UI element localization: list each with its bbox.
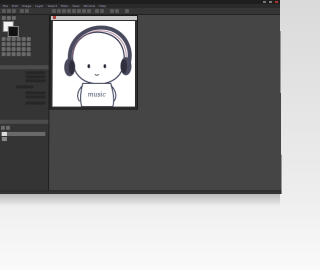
- tool-picker-icon[interactable]: [16, 52, 21, 57]
- tool-gradient-icon[interactable]: [21, 37, 26, 42]
- toolbar-rotate-icon[interactable]: [114, 8, 119, 14]
- toolbar-move-icon[interactable]: [51, 8, 56, 14]
- properties-header[interactable]: [0, 65, 49, 70]
- tool-curve-icon[interactable]: [1, 52, 6, 57]
- layers-header[interactable]: [0, 119, 49, 124]
- tool-zoom-icon[interactable]: [21, 42, 26, 47]
- tool-shape-icon[interactable]: [6, 42, 11, 47]
- layer-tools: [0, 125, 11, 130]
- tool-lasso-icon[interactable]: [11, 16, 16, 21]
- tool-move-icon[interactable]: [21, 52, 26, 57]
- tool-row-4: [1, 52, 31, 57]
- tool-measure-icon[interactable]: [11, 52, 16, 57]
- minimize-icon[interactable]: [263, 0, 267, 3]
- tool-line-icon[interactable]: [11, 42, 16, 47]
- tool-blur-icon[interactable]: [11, 47, 16, 52]
- property-value[interactable]: [25, 101, 46, 105]
- options-toolbar: [0, 7, 281, 16]
- right-ear-cup-inner: [120, 58, 127, 73]
- layer-blend-icon[interactable]: [0, 125, 6, 130]
- tool-eraser-icon[interactable]: [11, 37, 16, 42]
- app-body: File Edit Image Layer Select Filter View…: [0, 0, 282, 195]
- tool-eyedropper-icon[interactable]: [1, 47, 6, 52]
- right-eye: [103, 63, 106, 68]
- toolbar-zoom-icon[interactable]: [94, 8, 99, 14]
- tool-row-2: [1, 42, 31, 47]
- toolbar-fill-icon[interactable]: [81, 8, 86, 14]
- property-row: [1, 95, 46, 99]
- layer-thumbnail: [1, 131, 7, 136]
- tool-pencil-icon[interactable]: [6, 37, 11, 42]
- application-window: File Edit Image Layer Select Filter View…: [0, 0, 282, 195]
- toolbar-open-icon[interactable]: [6, 8, 11, 14]
- toolbar-new-icon[interactable]: [1, 8, 6, 14]
- layer-lock-icon[interactable]: [5, 125, 11, 130]
- toolbar-redo-icon[interactable]: [24, 8, 29, 14]
- tool-dodge-icon[interactable]: [16, 47, 21, 52]
- background-color-swatch[interactable]: [7, 26, 19, 38]
- property-row: [1, 79, 46, 83]
- left-eye: [87, 63, 90, 68]
- tool-arrow-icon[interactable]: [1, 16, 6, 21]
- tools-panel: [0, 15, 50, 190]
- tool-wand-icon[interactable]: [26, 47, 31, 52]
- character-head: [71, 31, 125, 85]
- tool-smudge-icon[interactable]: [6, 47, 11, 52]
- property-field[interactable]: [16, 85, 34, 89]
- tool-hand-icon[interactable]: [26, 42, 31, 47]
- tool-fill-icon[interactable]: [16, 37, 21, 42]
- close-icon[interactable]: [275, 0, 279, 3]
- property-value[interactable]: [25, 75, 46, 79]
- property-value[interactable]: [25, 71, 46, 75]
- headphone-character-artwork: music: [63, 25, 132, 107]
- property-row: [1, 75, 46, 79]
- layer-item[interactable]: [1, 137, 45, 142]
- property-value[interactable]: [25, 79, 46, 83]
- toolbar-brush-icon[interactable]: [71, 8, 76, 14]
- workspace-area[interactable]: music: [49, 15, 282, 190]
- property-value[interactable]: [25, 95, 46, 99]
- tool-row-top: [1, 16, 16, 21]
- tool-rotate-icon[interactable]: [26, 52, 31, 57]
- tool-row-3: [1, 47, 31, 52]
- document-title-bar[interactable]: [50, 16, 137, 21]
- tool-marquee-icon[interactable]: [6, 16, 11, 21]
- layer-thumbnail: [1, 137, 7, 142]
- tool-crop-icon[interactable]: [16, 42, 21, 47]
- image-canvas[interactable]: music: [52, 21, 135, 107]
- maximize-icon[interactable]: [269, 0, 273, 3]
- tool-warp-icon[interactable]: [6, 52, 11, 57]
- toolbar-select-icon[interactable]: [56, 8, 61, 14]
- property-row: [1, 71, 46, 75]
- toolbar-help-icon[interactable]: [124, 8, 129, 14]
- toolbar-lasso-icon[interactable]: [61, 8, 66, 14]
- shirt-text: music: [88, 91, 107, 98]
- document-window: music: [49, 15, 138, 110]
- tool-text-icon[interactable]: [1, 42, 6, 47]
- toolbar-grid-icon[interactable]: [109, 8, 114, 14]
- tool-stamp-icon[interactable]: [26, 37, 31, 42]
- tool-row-1: [1, 37, 31, 42]
- toolbar-save-icon[interactable]: [11, 8, 16, 14]
- tool-brush-icon[interactable]: [1, 37, 6, 42]
- toolbar-hand-icon[interactable]: [99, 8, 104, 14]
- window-reflection: [0, 192, 280, 206]
- left-ear-cup-inner: [68, 59, 75, 74]
- toolbar-undo-icon[interactable]: [19, 8, 24, 14]
- property-value[interactable]: [25, 91, 46, 95]
- property-row: [1, 101, 46, 105]
- property-row: [1, 91, 46, 95]
- layer-item[interactable]: [0, 131, 46, 136]
- document-close-icon[interactable]: [52, 16, 56, 20]
- toolbar-text-icon[interactable]: [86, 8, 91, 14]
- toolbar-crop-icon[interactable]: [66, 8, 71, 14]
- toolbar-eraser-icon[interactable]: [76, 8, 81, 14]
- tool-burn-icon[interactable]: [21, 47, 26, 52]
